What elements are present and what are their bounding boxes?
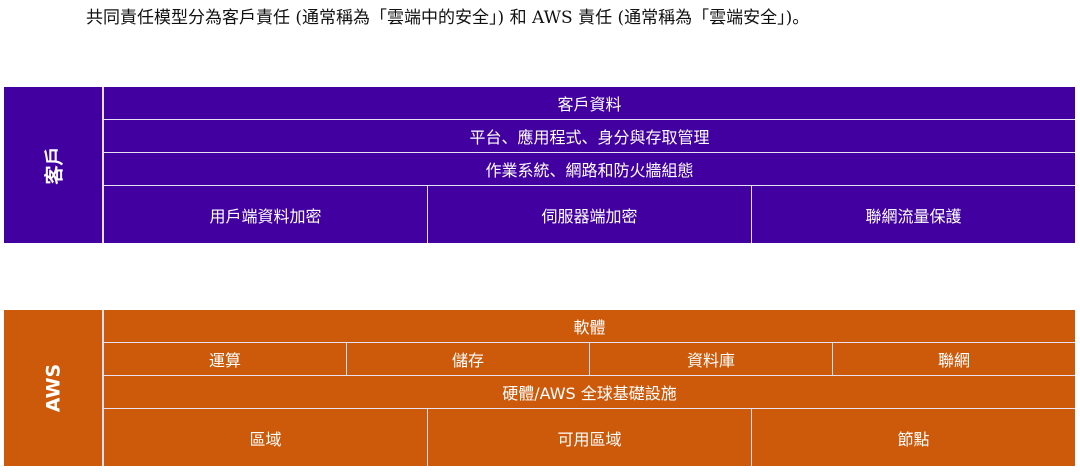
- aws-cell: 可用區域: [427, 409, 751, 466]
- customer-cell: 伺服器端加密: [427, 186, 751, 243]
- customer-responsibility-block: 客戶 客戶資料平台、應用程式、身分與存取管理 作業系統、網路和防火牆組態用戶端資料…: [4, 87, 1075, 243]
- caption: 共同責任模型分為客戶責任 (通常稱為「雲端中的安全」) 和 AWS 責任 (通常…: [86, 8, 810, 28]
- aws-label-cell: AWS: [4, 310, 104, 466]
- aws-cell: 運算: [208, 351, 241, 370]
- aws-row: 運算 儲存 資料庫 聯網: [104, 343, 1075, 376]
- aws-cell: 儲存: [346, 343, 589, 375]
- aws-cell: 軟體: [573, 318, 606, 337]
- customer-cell: 平台、應用程式、身分與存取管理: [469, 128, 710, 147]
- aws-cell: 資料庫: [589, 343, 832, 375]
- aws-cell: 硬體/AWS 全球基礎設施: [502, 384, 677, 403]
- customer-cell: 用戶端資料加密: [209, 206, 322, 226]
- customer-cell: 聯網流量保護: [751, 186, 1075, 243]
- customer-row: 平台、應用程式、身分與存取管理: [104, 120, 1075, 153]
- customer-cell: 客戶資料: [557, 95, 622, 114]
- aws-row: 硬體/AWS 全球基礎設施: [104, 376, 1075, 409]
- customer-row: 客戶資料: [104, 87, 1075, 120]
- aws-row: 區域 可用區域 節點: [104, 409, 1075, 466]
- customer-row: 作業系統、網路和防火牆組態: [104, 153, 1075, 186]
- aws-cell: 區域: [249, 429, 282, 449]
- customer-row: 用戶端資料加密 伺服器端加密 聯網流量保護: [104, 186, 1075, 243]
- customer-rows: 客戶資料平台、應用程式、身分與存取管理 作業系統、網路和防火牆組態用戶端資料加密 伺…: [104, 87, 1075, 243]
- customer-label-cell: 客戶: [4, 87, 104, 243]
- aws-responsibility-block: AWS 軟體運算 儲存 資料庫 聯網硬體/AWS 全球基礎設施區域 可用區域 節點: [4, 310, 1075, 466]
- aws-row: 軟體: [104, 310, 1075, 343]
- customer-label: 客戶: [43, 145, 66, 185]
- aws-cell: 節點: [751, 409, 1075, 466]
- aws-label: AWS: [42, 363, 64, 413]
- aws-cell: 聯網: [832, 343, 1075, 375]
- aws-rows: 軟體運算 儲存 資料庫 聯網硬體/AWS 全球基礎設施區域 可用區域 節點: [104, 310, 1075, 466]
- customer-cell: 作業系統、網路和防火牆組態: [485, 161, 694, 180]
